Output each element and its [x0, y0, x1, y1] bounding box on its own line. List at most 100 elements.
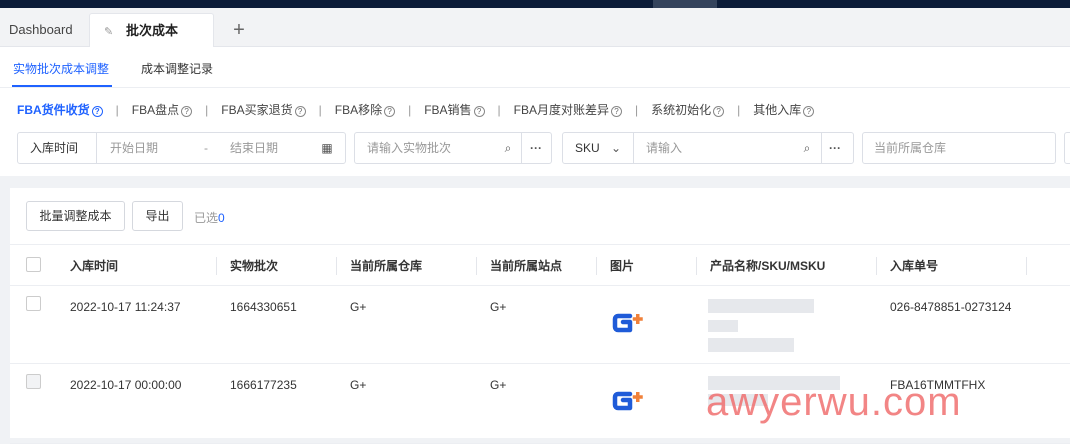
product-sku-redacted — [708, 320, 738, 332]
date-filter-label[interactable]: 入库时间 — [30, 133, 78, 163]
separator: | — [737, 103, 741, 117]
inbound-type-list: FBA货件收货? | FBA盘点? | FBA买家退货? | FBA移除? | FBA销售? | F… — [17, 101, 815, 118]
help-icon[interactable]: ? — [91, 106, 103, 117]
type-fba-sales[interactable]: FBA销售? — [424, 101, 485, 118]
tab-batch-cost-label: 批次成本 — [126, 23, 179, 38]
type-label: 其他入库 — [753, 103, 802, 117]
help-icon[interactable]: ? — [473, 106, 485, 117]
export-button[interactable]: 导出 — [132, 201, 183, 231]
cell-warehouse: G+ — [350, 300, 367, 314]
add-tab-button[interactable]: + — [228, 18, 250, 42]
more-icon[interactable]: ··· — [529, 141, 543, 155]
separator: | — [497, 103, 501, 117]
divider — [521, 133, 522, 163]
column-header-order-no: 入库单号 — [890, 259, 939, 273]
selected-number: 0 — [218, 211, 225, 225]
help-icon[interactable]: ? — [181, 106, 193, 117]
product-logo-image[interactable] — [610, 389, 650, 413]
top-nav-bar — [0, 0, 1070, 8]
watermark: awyerwu.com — [706, 380, 962, 424]
help-icon[interactable]: ? — [294, 106, 306, 117]
tab-batch-cost[interactable]: ✎ 批次成本 — [89, 13, 214, 47]
divider — [633, 133, 634, 163]
cell-site: G+ — [490, 378, 507, 392]
pin-icon[interactable]: ✎ — [104, 15, 118, 49]
type-label: FBA盘点 — [131, 103, 180, 117]
warehouse-select[interactable]: 当前所属仓库 — [862, 132, 1056, 164]
column-separator[interactable] — [1026, 257, 1027, 275]
help-icon[interactable]: ? — [803, 106, 815, 117]
type-system-init[interactable]: 系统初始化? — [651, 101, 725, 118]
top-nav-active-segment[interactable] — [653, 0, 717, 8]
product-name-redacted — [708, 299, 814, 313]
calendar-icon[interactable]: ▦ — [320, 141, 334, 155]
column-header-image: 图片 — [610, 259, 635, 273]
column-separator[interactable] — [696, 257, 697, 275]
column-header-batch: 实物批次 — [230, 259, 279, 273]
help-icon[interactable]: ? — [611, 106, 623, 117]
sku-select[interactable]: SKU — [575, 133, 600, 163]
more-icon[interactable]: ··· — [828, 141, 842, 155]
type-label: FBA买家退货 — [221, 103, 293, 117]
batch-adjust-cost-button[interactable]: 批量调整成本 — [26, 201, 125, 231]
type-fba-shipment-receipt[interactable]: FBA货件收货? — [17, 101, 103, 118]
column-header-time: 入库时间 — [70, 259, 119, 273]
batch-search-input[interactable]: 请输入实物批次 — [367, 133, 451, 163]
help-icon[interactable]: ? — [384, 106, 396, 117]
divider — [821, 133, 822, 163]
next-filter-edge[interactable] — [1064, 132, 1070, 164]
tab-bar: Dashboard ✎ 批次成本 + — [0, 8, 1070, 47]
date-separator: - — [204, 141, 208, 155]
tab-dashboard[interactable]: Dashboard — [9, 13, 73, 47]
start-date-input[interactable]: 开始日期 — [110, 133, 158, 163]
cell-order-no: 026-8478851-0273124 — [890, 300, 1012, 314]
type-fba-monthly-reconciliation[interactable]: FBA月度对账差异? — [513, 101, 623, 118]
type-fba-buyer-return[interactable]: FBA买家退货? — [221, 101, 306, 118]
sku-search: SKU ⌄ 请输入 ⌕ ··· — [562, 132, 854, 164]
row-checkbox[interactable] — [26, 374, 41, 389]
type-fba-removal[interactable]: FBA移除? — [335, 101, 396, 118]
cell-batch: 1666177235 — [230, 378, 297, 392]
sku-search-input[interactable]: 请输入 — [646, 133, 682, 163]
column-separator[interactable] — [596, 257, 597, 275]
search-icon[interactable]: ⌕ — [800, 141, 814, 155]
type-label: 系统初始化 — [651, 103, 712, 117]
product-logo-image[interactable] — [610, 311, 650, 335]
separator: | — [635, 103, 639, 117]
subtab-records[interactable]: 成本调整记录 — [141, 60, 213, 77]
column-separator[interactable] — [336, 257, 337, 275]
column-separator[interactable] — [876, 257, 877, 275]
type-label: FBA月度对账差异 — [513, 103, 610, 117]
divider — [0, 87, 1070, 88]
warehouse-select-placeholder: 当前所属仓库 — [874, 141, 947, 155]
selected-label: 已选 — [194, 211, 219, 225]
date-range-filter: 入库时间 开始日期 - 结束日期 ▦ — [17, 132, 346, 164]
cell-warehouse: G+ — [350, 378, 367, 392]
column-separator[interactable] — [476, 257, 477, 275]
batch-search: 请输入实物批次 ⌕ ··· — [354, 132, 552, 164]
table-header: 入库时间 实物批次 当前所属仓库 当前所属站点 图片 产品名称/SKU/MSKU… — [10, 244, 1070, 286]
product-msku-redacted — [708, 338, 794, 352]
chevron-down-icon[interactable]: ⌄ — [609, 141, 623, 155]
select-all-checkbox[interactable] — [26, 257, 41, 272]
separator: | — [318, 103, 322, 117]
type-label: FBA货件收货 — [17, 103, 90, 117]
help-icon[interactable]: ? — [713, 106, 725, 117]
type-label: FBA销售 — [424, 103, 472, 117]
cell-batch: 1664330651 — [230, 300, 297, 314]
end-date-input[interactable]: 结束日期 — [230, 133, 278, 163]
type-fba-inventory-count[interactable]: FBA盘点? — [131, 101, 193, 118]
search-icon[interactable]: ⌕ — [501, 141, 515, 155]
row-checkbox[interactable] — [26, 296, 41, 311]
column-header-warehouse: 当前所属仓库 — [350, 259, 423, 273]
selected-count: 已选0 — [194, 209, 225, 226]
subtab-adjust[interactable]: 实物批次成本调整 — [13, 60, 109, 77]
type-other-inbound[interactable]: 其他入库? — [753, 101, 815, 118]
table-row[interactable]: 2022-10-17 11:24:37 1664330651 G+ G+ 026… — [10, 286, 1070, 364]
column-separator[interactable] — [216, 257, 217, 275]
column-header-site: 当前所属站点 — [490, 259, 563, 273]
cell-time: 2022-10-17 00:00:00 — [70, 378, 182, 392]
divider — [96, 133, 97, 163]
column-header-product: 产品名称/SKU/MSKU — [710, 259, 826, 273]
filter-panel: 实物批次成本调整 成本调整记录 FBA货件收货? | FBA盘点? | FBA买家退货?… — [0, 47, 1070, 176]
